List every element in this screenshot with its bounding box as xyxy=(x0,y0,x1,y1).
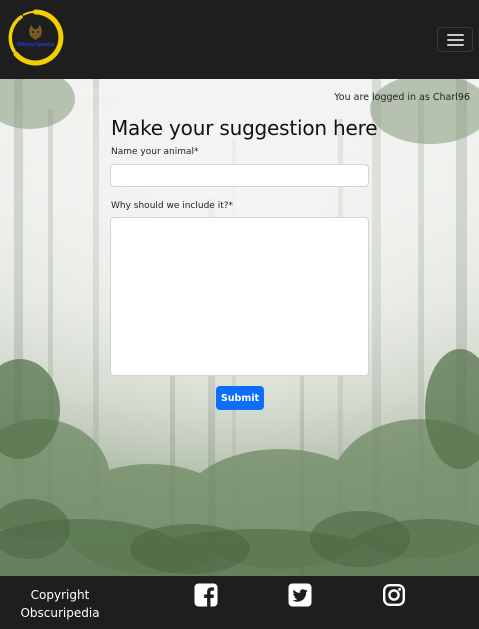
hamburger-menu-icon xyxy=(447,34,464,36)
facebook-icon xyxy=(194,583,218,607)
submit-button[interactable]: Submit xyxy=(216,386,264,410)
instagram-icon xyxy=(383,584,406,607)
navbar-toggle-button[interactable] xyxy=(437,27,473,52)
twitter-link[interactable] xyxy=(288,583,312,607)
reason-label: Why should we include it?* xyxy=(111,201,234,211)
animal-name-input[interactable] xyxy=(110,164,369,187)
twitter-icon xyxy=(288,583,312,607)
hamburger-bar xyxy=(447,44,464,46)
leopard-logo-icon: Obscuripedia xyxy=(8,9,64,66)
navbar: Obscuripedia xyxy=(0,0,479,79)
copyright-text: Copyright Obscuripedia xyxy=(13,586,107,622)
login-status: You are logged in as Charl96 xyxy=(334,92,470,103)
facebook-link[interactable] xyxy=(194,583,218,607)
svg-text:Obscuripedia: Obscuripedia xyxy=(17,42,54,48)
copyright-brand: Obscuripedia xyxy=(20,606,100,620)
animal-name-label: Name your animal* xyxy=(111,147,199,157)
suggestion-page: You are logged in as Charl96 Make your s… xyxy=(0,79,479,576)
instagram-link[interactable] xyxy=(382,583,406,607)
page-title: Make your suggestion here xyxy=(111,116,378,140)
hamburger-bar xyxy=(447,39,464,41)
footer: Copyright Obscuripedia xyxy=(0,576,479,629)
copyright-line: Copyright xyxy=(30,588,90,602)
brand-logo[interactable]: Obscuripedia xyxy=(7,9,64,66)
reason-textarea[interactable] xyxy=(110,217,369,376)
